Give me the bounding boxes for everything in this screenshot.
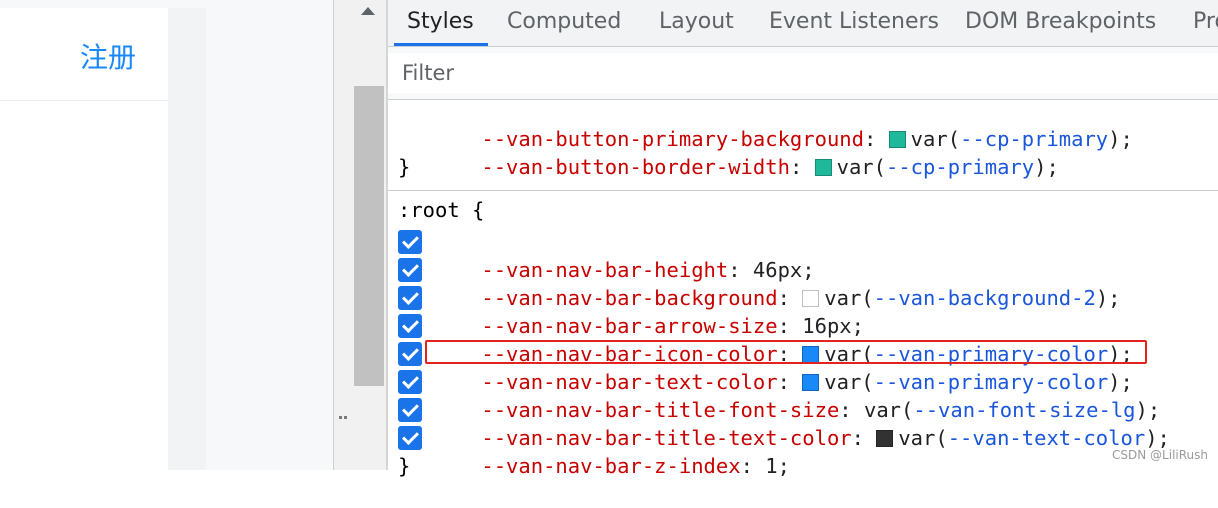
app-body [0,101,168,470]
filter-input[interactable] [388,53,1218,93]
css-declaration: --van-nav-bar-icon-color: var(--van-prim… [432,312,1132,366]
value-suffix: ); [1095,286,1121,310]
scroll-up-arrow-icon[interactable] [361,7,375,15]
color-swatch-icon[interactable] [876,430,894,447]
app-gutter [168,8,206,470]
grip-dot [339,416,342,419]
value-suffix: ); [1034,155,1059,179]
colon: : [851,426,877,450]
property-name[interactable]: --van-nav-bar-z-index [481,454,740,478]
rule-close-brace: } [398,454,411,478]
styles-tabbar: Styles Computed Layout Event Listeners D… [388,0,1218,47]
variable-ref[interactable]: --van-text-color [948,426,1145,450]
tab-dom-breakpoints[interactable]: DOM Breakpoints [965,0,1156,46]
value-prefix[interactable]: 1; [765,454,790,478]
tab-event-listeners[interactable]: Event Listeners [769,0,939,46]
scrollbar-thumb[interactable] [354,86,384,386]
declaration-checkbox[interactable] [398,398,422,422]
devtools-panel: Styles Computed Layout Event Listeners D… [388,0,1218,478]
css-declaration: --van-button-primary-background: var(--c… [432,97,1132,151]
css-declaration: --van-nav-bar-title-font-size: var(--van… [432,368,1160,422]
css-declaration: --van-nav-bar-arrow-size: 16px; [432,284,864,338]
tab-properties[interactable]: Pro [1193,0,1218,46]
declaration-checkbox[interactable] [398,286,422,310]
declaration-checkbox[interactable] [398,370,422,394]
watermark: CSDN @LiliRush [1112,448,1208,462]
css-declaration: --van-button-border-width: var(--cp-prim… [432,125,1058,179]
declaration-checkbox[interactable] [398,342,422,366]
colon: : [740,454,766,478]
tab-styles[interactable]: Styles [394,0,488,46]
value-suffix: ); [1108,127,1133,151]
filter-bar [388,47,1218,100]
colon: : [789,155,815,179]
rule-close-brace: } [398,155,411,179]
variable-ref[interactable]: --van-background-2 [874,286,1096,310]
css-declaration: --van-nav-bar-title-text-color: var(--va… [432,396,1170,450]
css-declaration: --van-nav-bar-background: var(--van-back… [432,256,1120,310]
color-swatch-icon[interactable] [814,159,832,176]
app-top-strip [0,0,333,8]
tab-layout[interactable]: Layout [659,0,734,46]
resize-handle[interactable] [339,414,351,422]
annotation-highlight-box [425,340,1147,364]
declaration-checkbox[interactable] [398,426,422,450]
variable-ref[interactable]: --cp-primary [886,155,1034,179]
value-prefix[interactable]: var( [837,155,886,179]
app-header: 注册 [0,8,168,101]
rule-separator [388,190,1218,191]
value-suffix: ); [1145,426,1170,450]
value-prefix[interactable]: var( [898,426,947,450]
declaration-checkbox[interactable] [398,314,422,338]
css-declaration: --van-nav-bar-height: 46px; [432,228,814,282]
grip-dot [344,416,347,419]
register-link[interactable]: 注册 [80,36,136,76]
property-name[interactable]: --van-button-border-width [481,155,790,179]
declaration-checkbox[interactable] [398,258,422,282]
rule-selector[interactable]: :root { [398,196,484,224]
declaration-checkbox[interactable] [398,230,422,254]
tab-computed[interactable]: Computed [507,0,621,46]
css-declaration: --van-nav-bar-z-index: 1; [432,424,790,478]
